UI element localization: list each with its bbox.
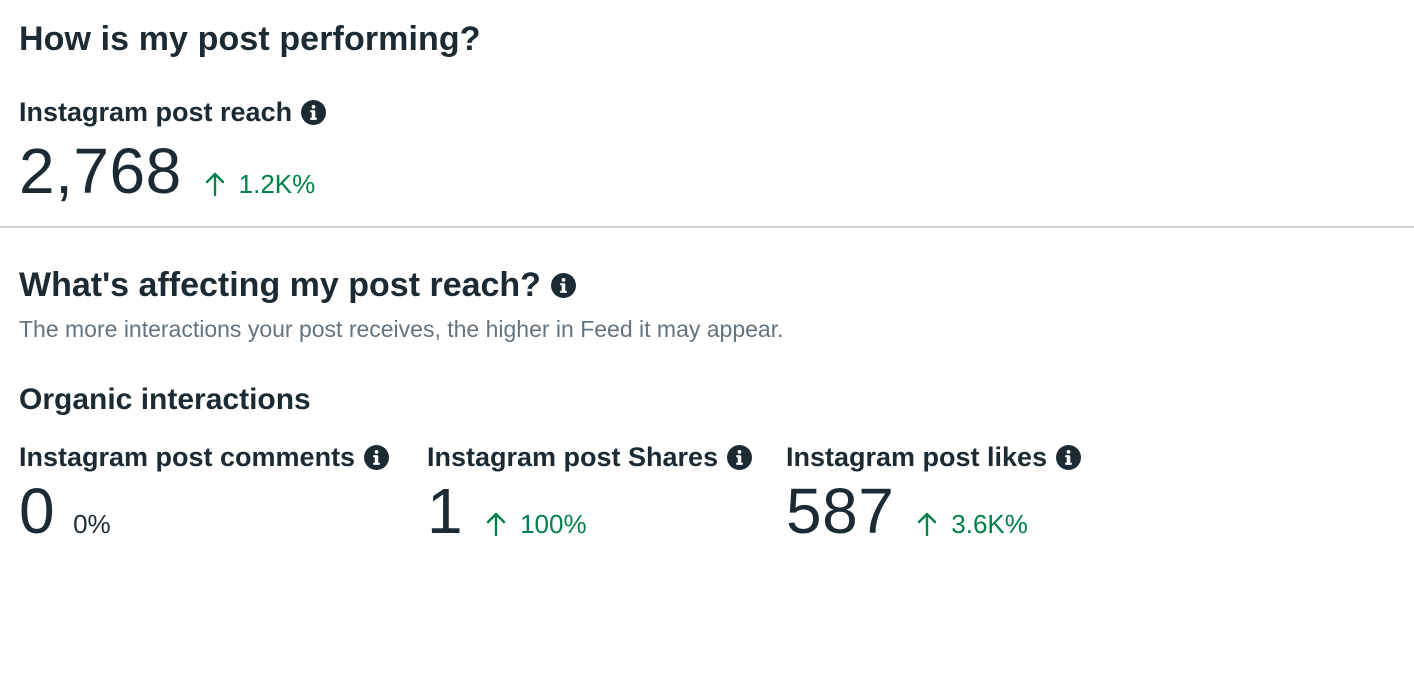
- likes-label-row: Instagram post likes: [786, 440, 1186, 474]
- affecting-section: What's affecting my post reach? The more…: [0, 228, 1414, 547]
- comments-value: 0: [19, 475, 56, 547]
- interactions-row: Instagram post comments 0 0% Instagram p…: [19, 440, 1414, 547]
- info-icon[interactable]: [301, 99, 327, 125]
- affecting-title-row: What's affecting my post reach?: [19, 264, 1414, 306]
- reach-label-row: Instagram post reach: [19, 95, 1414, 129]
- arrow-up-icon: [485, 511, 507, 537]
- likes-value: 587: [786, 475, 895, 547]
- comments-label: Instagram post comments: [19, 442, 356, 472]
- comments-value-row: 0 0%: [19, 475, 427, 547]
- comments-change: 0%: [73, 509, 111, 539]
- comments-label-row: Instagram post comments: [19, 440, 427, 474]
- affecting-title: What's affecting my post reach?: [19, 266, 541, 304]
- reach-value: 2,768: [19, 135, 182, 207]
- info-icon[interactable]: [364, 444, 390, 470]
- performance-title: How is my post performing?: [19, 20, 481, 58]
- shares-label: Instagram post Shares: [427, 442, 719, 472]
- affecting-description: The more interactions your post receives…: [19, 316, 784, 342]
- reach-value-row: 2,768 1.2K%: [19, 135, 1414, 207]
- reach-label: Instagram post reach: [19, 97, 293, 127]
- organic-interactions-title: Organic interactions: [19, 383, 311, 416]
- shares-value-row: 1 100%: [427, 475, 786, 547]
- reach-change-value: 1.2K%: [238, 169, 316, 199]
- arrow-up-icon: [204, 171, 226, 197]
- likes-value-row: 587 3.6K%: [786, 475, 1186, 547]
- info-icon[interactable]: [1056, 444, 1082, 470]
- info-icon[interactable]: [727, 444, 753, 470]
- arrow-up-icon: [916, 511, 938, 537]
- comments-metric: Instagram post comments 0 0%: [19, 440, 427, 547]
- shares-change-value: 100%: [520, 509, 587, 539]
- likes-change: 3.6K%: [916, 507, 1028, 539]
- shares-change: 100%: [485, 507, 587, 539]
- reach-change: 1.2K%: [204, 167, 316, 199]
- likes-metric: Instagram post likes 587 3.6K%: [786, 440, 1186, 547]
- likes-label: Instagram post likes: [786, 442, 1048, 472]
- reach-metric: Instagram post reach 2,768 1.2K%: [19, 95, 1414, 207]
- info-icon[interactable]: [550, 272, 576, 298]
- shares-metric: Instagram post Shares 1 100%: [427, 440, 786, 547]
- post-insights-page: How is my post performing? Instagram pos…: [0, 0, 1414, 682]
- likes-change-value: 3.6K%: [951, 509, 1028, 539]
- shares-value: 1: [427, 475, 464, 547]
- shares-label-row: Instagram post Shares: [427, 440, 786, 474]
- performance-section: How is my post performing? Instagram pos…: [0, 0, 1414, 226]
